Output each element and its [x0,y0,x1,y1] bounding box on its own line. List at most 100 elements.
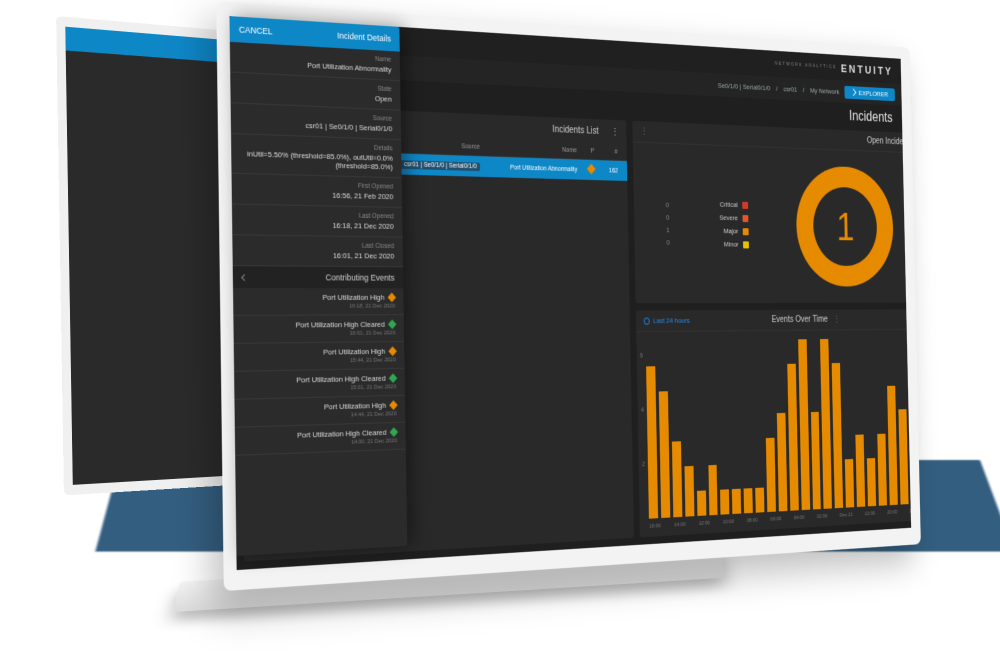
priority-icon [587,164,596,174]
detail-field: DetailsinUtil=5.50% (threshold=85.0%), o… [231,134,402,178]
legend: CriticalSevereMajorMinor [719,201,749,249]
col-name[interactable]: Name [483,142,580,156]
bar [766,438,776,512]
crumb-item[interactable]: csr01 [783,85,797,94]
bar [811,412,821,509]
swatch-icon [743,228,749,235]
swatch-icon [742,215,748,222]
more-icon[interactable]: ⋮ [611,127,619,137]
time-range-link[interactable]: Last 24 hours [644,317,690,325]
bar-chart: 246 [636,330,911,523]
crumb-sep: / [803,86,805,94]
event-item[interactable]: Port Utilization High Cleared14:00, 21 D… [235,423,406,456]
cell-source: csr01 | Se0/1/0 | Serial0/1/0 [390,158,483,171]
section-title: Contributing Events [325,273,394,283]
brand-name: ENTUITY [841,61,893,77]
col-priority[interactable]: P [580,146,597,157]
bar [672,441,682,517]
crumb-item[interactable]: My Network [810,86,840,95]
chevron-left-icon [851,89,857,96]
event-item[interactable]: Port Utilization High16:18, 21 Dec 2020 [233,288,404,316]
legend-item: Critical [719,201,748,210]
legend-count: 1 [666,226,670,234]
x-tick: 06:00 [770,517,781,523]
bar [877,434,887,506]
more-icon[interactable]: ⋮ [833,315,840,325]
time-range-label: Last 24 hours [653,317,690,325]
panel-title: Incidents List [552,125,598,137]
event-sub: 15:01, 21 Dec 2020 [244,384,397,393]
open-incidents-panel: ⋮ Open Incidents 1 CriticalSevereMajorMi… [632,121,911,304]
legend-count: 0 [666,238,670,246]
col-number[interactable]: # [597,147,621,158]
panel-title: Open Incidents [867,136,911,147]
event-item[interactable]: Port Utilization High Cleared16:01, 21 D… [233,315,404,344]
clock-icon [644,317,650,324]
bar [659,391,670,518]
bar [898,409,908,504]
detail-field: Last Opened16:18, 21 Dec 2020 [232,204,403,237]
legend-item: Major [720,227,749,235]
explorer-button[interactable]: EXPLORER [845,85,895,100]
chevron-icon [241,274,248,281]
bar [820,339,832,509]
legend-item: Severe [719,214,748,222]
x-tick: 20:00 [887,510,897,516]
severity-icon [390,427,399,437]
col-source[interactable]: Source [390,139,483,153]
explorer-button-label: EXPLORER [858,89,888,98]
cancel-button[interactable]: CANCEL [239,25,273,37]
bar [732,489,741,514]
x-tick: 04:00 [794,515,805,521]
bar [909,409,911,504]
field-label: Last Opened [241,211,393,221]
y-tick: 2 [642,462,645,468]
x-tick: 02:00 [817,514,828,520]
field-value: 16:56, 21 Feb 2020 [241,189,393,201]
bar [744,488,753,513]
events-over-time-panel: Last 24 hours Events Over Time ⋮ 246 18:… [636,310,911,538]
legend-counts: 0010 [666,201,670,247]
bar [832,363,843,508]
detail-field: Last Closed16:01, 21 Dec 2020 [232,235,403,267]
secondary-monitor [56,16,236,495]
severity-icon [388,346,397,356]
severity-icon [389,373,398,383]
crumb-item[interactable]: Se0/1/0 | Serial0/1/0 [718,81,771,92]
bar [684,466,694,517]
crumb-sep: / [776,84,778,92]
brand-sub: NETWORK ANALYTICS [775,61,837,70]
field-value: 16:01, 21 Dec 2020 [242,250,394,260]
event-sub: 16:01, 21 Dec 2020 [243,331,396,338]
event-sub: 15:44, 21 Dec 2020 [243,357,396,365]
more-icon[interactable]: ⋮ [640,127,648,137]
cell-priority [580,163,598,176]
event-sub: 16:18, 21 Dec 2020 [243,304,396,310]
bar [720,489,729,514]
severity-icon [388,293,397,303]
legend-count: 0 [666,201,670,209]
event-item[interactable]: Port Utilization High Cleared15:01, 21 D… [234,369,405,400]
bar [777,413,788,511]
x-tick: 10:00 [723,519,734,525]
bar [708,465,718,515]
x-tick: 14:00 [674,522,685,528]
field-label: Last Closed [242,241,394,250]
x-tick: 08:00 [747,518,758,524]
app-screen: NETWORK ANALYTICS ENTUITY Se0/1/0 | Seri… [229,16,911,570]
bar [867,458,876,506]
swatch-icon [742,202,748,209]
primary-monitor: NETWORK ANALYTICS ENTUITY Se0/1/0 | Seri… [216,1,921,591]
x-tick: 21 Dec [840,512,853,518]
bar [855,435,865,507]
bar [787,364,799,511]
x-tick: 16:00 [649,524,661,530]
cell-name: Port Utilization Abnormality [483,161,580,174]
bar [887,386,898,505]
bar [697,490,706,516]
severity-icon [388,320,397,330]
panel-title: Events Over Time [772,315,828,325]
event-item[interactable]: Port Utilization High15:44, 21 Dec 2020 [234,342,405,372]
field-value: 16:18, 21 Dec 2020 [241,220,393,231]
contributing-events-header[interactable]: Contributing Events [233,266,404,288]
